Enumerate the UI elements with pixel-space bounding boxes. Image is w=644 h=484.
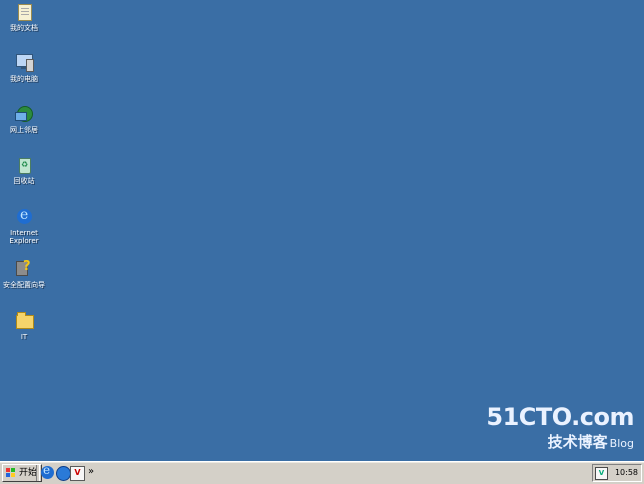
desktop-icon-label: 我的文档 — [10, 24, 38, 32]
my-documents-icon — [14, 2, 34, 22]
my-computer-icon — [14, 53, 34, 73]
desktop-icon-label: 安全配置向导 — [3, 281, 45, 289]
desktop: 我的文档 我的电脑 网上邻居 回收站 Internet Explorer ? 安… — [0, 0, 644, 462]
watermark-subtitle: 技术博客 Blog — [486, 431, 634, 452]
desktop-icon-my-computer[interactable]: 我的电脑 — [0, 53, 48, 83]
internet-explorer-icon[interactable] — [41, 463, 54, 479]
desktop-icon-label: IT — [20, 333, 28, 341]
desktop-icon-it-folder[interactable]: IT — [0, 311, 48, 341]
network-places-icon — [14, 104, 34, 124]
recycle-bin-icon — [14, 155, 34, 175]
watermark-site: 51CTO.com — [486, 403, 634, 431]
desktop-icon-recycle-bin[interactable]: 回收站 — [0, 155, 48, 185]
desktop-icon-label: 回收站 — [13, 177, 35, 185]
quick-launch-overflow-button[interactable]: » — [88, 466, 94, 477]
browser-icon[interactable] — [56, 466, 71, 481]
security-wizard-icon: ? — [14, 259, 34, 279]
folder-icon — [14, 311, 34, 331]
desktop-icon-label: 网上邻居 — [10, 126, 38, 134]
system-tray: V 10:58 — [592, 464, 642, 482]
app-v-icon[interactable]: V — [70, 466, 85, 481]
windows-logo-icon — [6, 468, 16, 478]
watermark-subtitle-text: 技术博客 — [547, 433, 608, 451]
watermark-blog: Blog — [609, 437, 634, 450]
desktop-icon-security-wizard[interactable]: ? 安全配置向导 — [0, 259, 48, 289]
desktop-icon-label: Internet Explorer — [9, 229, 39, 245]
desktop-icon-network-places[interactable]: 网上邻居 — [0, 104, 48, 134]
desktop-icon-internet-explorer[interactable]: Internet Explorer — [0, 207, 48, 245]
desktop-icon-my-documents[interactable]: 我的文档 — [0, 2, 48, 32]
start-label: 开始 — [19, 468, 38, 478]
internet-explorer-icon — [14, 207, 34, 227]
taskbar-separator — [36, 465, 40, 481]
desktop-icon-label: 我的电脑 — [10, 75, 38, 83]
tray-app-icon[interactable]: V — [595, 467, 608, 480]
clock[interactable]: 10:58 — [615, 468, 638, 477]
watermark: 51CTO.com 技术博客 Blog — [486, 403, 634, 452]
taskbar: 开始 V » V 10:58 — [0, 461, 644, 484]
